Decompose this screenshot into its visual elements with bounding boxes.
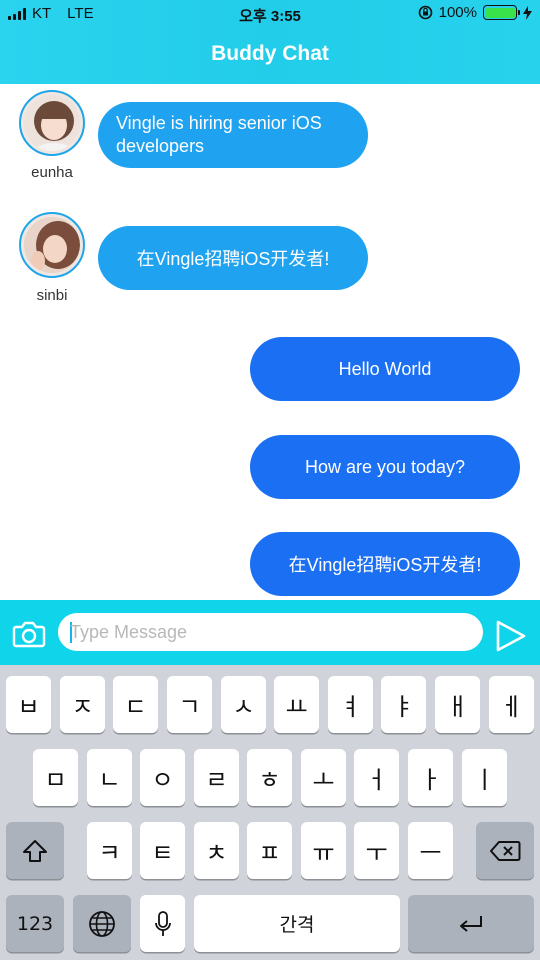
status-bar: KT LTE 오후 3:55 100% <box>0 0 540 28</box>
key[interactable]: ㅛ <box>274 676 319 733</box>
key[interactable]: ㅊ <box>194 822 239 879</box>
message-field[interactable] <box>58 613 483 651</box>
sender-name-sinbi: sinbi <box>36 287 68 304</box>
numbers-key[interactable]: 123 <box>6 895 64 952</box>
space-key[interactable]: 간격 <box>194 895 400 952</box>
message-input-bar <box>0 600 540 665</box>
key[interactable]: ㅐ <box>435 676 480 733</box>
key[interactable]: ㅕ <box>328 676 373 733</box>
backspace-key[interactable] <box>476 822 534 879</box>
microphone-key[interactable] <box>140 895 185 952</box>
key[interactable]: ㅎ <box>247 749 292 806</box>
shift-key[interactable] <box>6 822 64 879</box>
key[interactable]: ㅏ <box>408 749 453 806</box>
key[interactable]: ㅔ <box>489 676 534 733</box>
battery-percent: 100% <box>438 4 477 21</box>
key[interactable]: ㄷ <box>113 676 158 733</box>
status-right: 100% <box>418 4 532 21</box>
key[interactable]: ㅣ <box>462 749 507 806</box>
key[interactable]: ㅑ <box>381 676 426 733</box>
shift-icon <box>23 839 47 862</box>
microphone-icon <box>154 910 171 936</box>
key[interactable]: ㅅ <box>221 676 266 733</box>
message-text: Hello World <box>338 358 432 379</box>
key[interactable]: ㅌ <box>140 822 185 879</box>
send-icon[interactable] <box>495 619 527 653</box>
key[interactable]: ㅋ <box>87 822 132 879</box>
message-text: How are you today? <box>304 456 466 477</box>
avatar-sinbi[interactable] <box>19 212 85 278</box>
key[interactable]: ㄱ <box>167 676 212 733</box>
key[interactable]: ㅇ <box>140 749 185 806</box>
key[interactable]: ㅗ <box>301 749 346 806</box>
key[interactable]: ㄹ <box>194 749 239 806</box>
chat-area[interactable]: eunha Vingle is hiring senior iOS develo… <box>0 84 540 600</box>
message-text: Vingle is hiring senior iOS developers <box>116 113 322 156</box>
outgoing-message-bubble[interactable]: Hello World <box>250 337 520 401</box>
globe-key[interactable] <box>73 895 131 952</box>
key[interactable]: ㅁ <box>33 749 78 806</box>
key[interactable]: ㅓ <box>354 749 399 806</box>
incoming-message-bubble[interactable]: 在Vingle招聘iOS开发者! <box>98 226 368 290</box>
key[interactable]: ㅠ <box>301 822 346 879</box>
key[interactable]: ㅜ <box>354 822 399 879</box>
camera-icon[interactable] <box>12 620 46 648</box>
key[interactable]: ㄴ <box>87 749 132 806</box>
key[interactable]: ㅍ <box>247 822 292 879</box>
rotation-lock-icon <box>418 5 432 20</box>
sender-name-eunha: eunha <box>31 164 73 181</box>
message-text: 在Vingle招聘iOS开发者! <box>288 555 482 575</box>
battery-icon <box>483 5 520 20</box>
outgoing-message-bubble[interactable]: How are you today? <box>250 435 520 499</box>
charging-icon <box>523 5 532 20</box>
outgoing-message-bubble[interactable]: 在Vingle招聘iOS开发者! <box>250 532 520 596</box>
key[interactable]: ㅡ <box>408 822 453 879</box>
avatar-eunha[interactable] <box>19 90 85 156</box>
globe-icon <box>89 910 115 937</box>
message-input[interactable] <box>70 613 470 651</box>
korean-keyboard: ㅂ ㅈ ㄷ ㄱ ㅅ ㅛ ㅕ ㅑ ㅐ ㅔ ㅁ ㄴ ㅇ ㄹ ㅎ ㅗ ㅓ ㅏ ㅣ ㅋ … <box>0 665 540 960</box>
return-icon <box>460 915 482 932</box>
incoming-message-bubble[interactable]: Vingle is hiring senior iOS developers <box>98 102 368 168</box>
header-bar: KT LTE 오후 3:55 100% Buddy Chat <box>0 0 540 84</box>
return-key[interactable] <box>408 895 534 952</box>
backspace-icon <box>490 840 521 861</box>
message-text: 在Vingle招聘iOS开发者! <box>136 249 330 269</box>
page-title: Buddy Chat <box>211 42 329 65</box>
key[interactable]: ㅂ <box>6 676 51 733</box>
key[interactable]: ㅈ <box>60 676 105 733</box>
